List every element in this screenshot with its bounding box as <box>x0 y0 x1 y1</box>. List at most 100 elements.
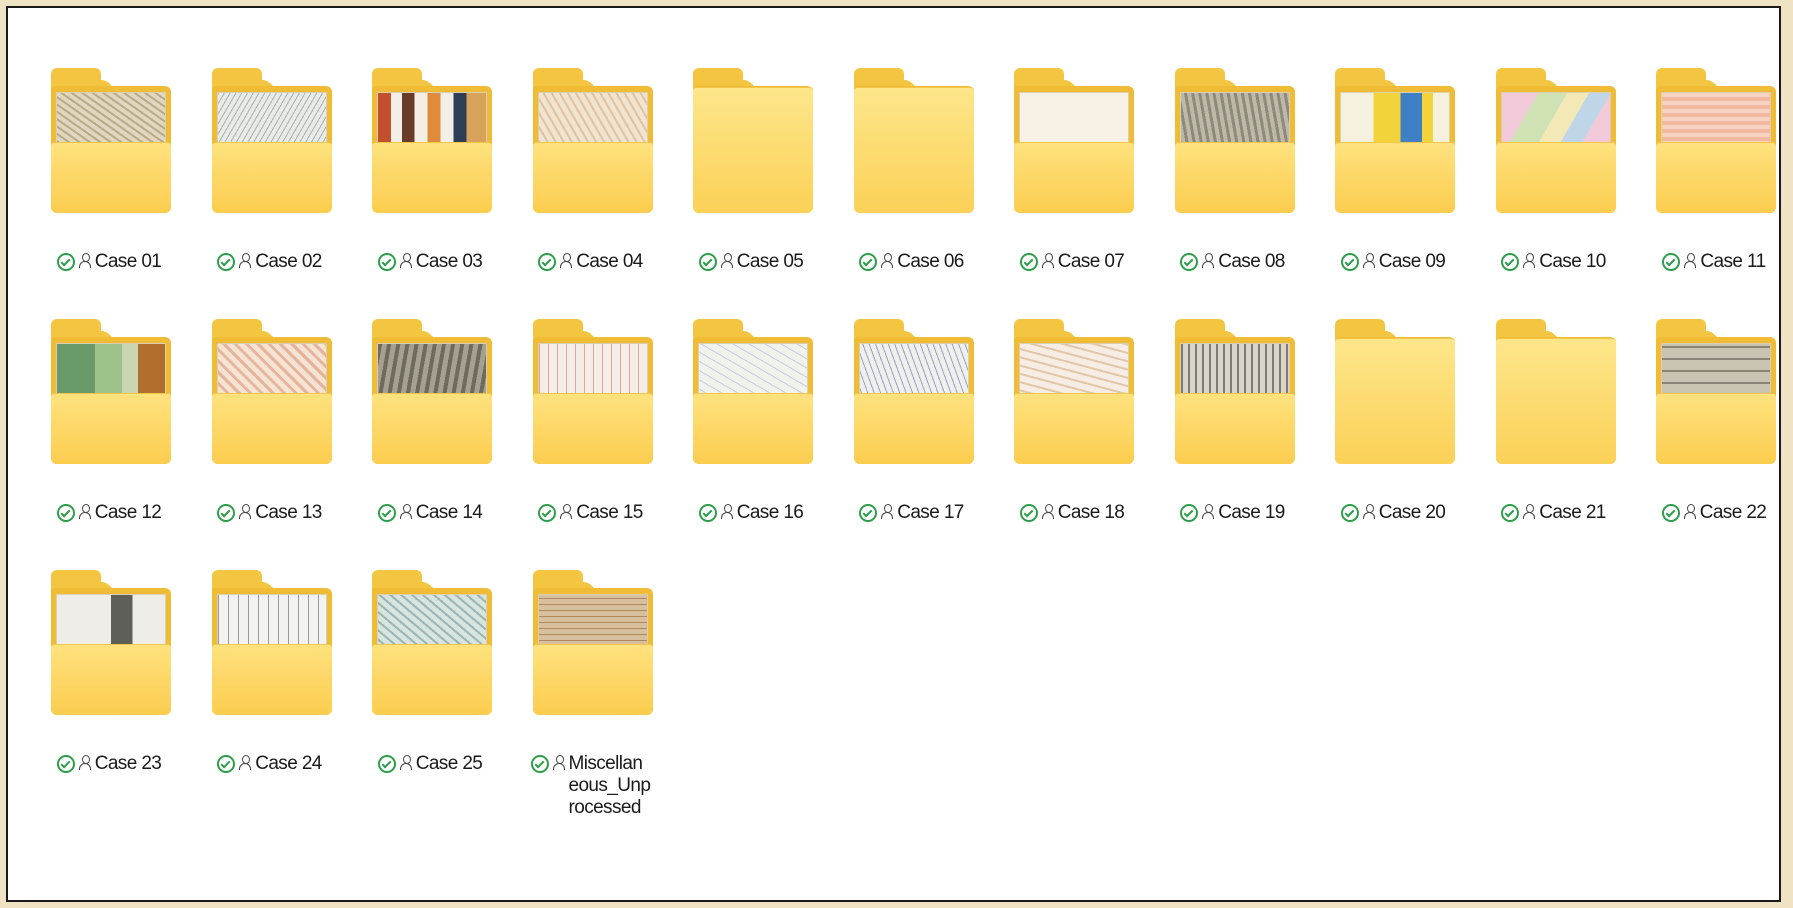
person-icon <box>1202 502 1215 520</box>
sync-status-icon <box>1501 504 1520 522</box>
person-icon <box>1041 251 1054 269</box>
sync-status-icon <box>56 755 75 773</box>
folder-label-row: Case 05 <box>698 251 804 273</box>
folder-label-row: Case 13 <box>217 502 322 524</box>
folder-item[interactable]: Case 25 <box>355 570 505 821</box>
person-icon <box>560 502 573 520</box>
sync-status-icon <box>538 253 557 271</box>
sync-status-icon <box>217 755 236 773</box>
sync-status-icon <box>538 504 557 522</box>
folder-item[interactable]: Case 12 <box>34 319 184 570</box>
folder-item[interactable]: Case 03 <box>355 68 505 319</box>
sync-status-icon <box>377 755 396 773</box>
folder-name: Case 15 <box>576 502 643 523</box>
folder-item[interactable]: Case 16 <box>676 319 826 570</box>
person-icon <box>239 502 252 520</box>
person-icon <box>1041 502 1054 520</box>
folder-item[interactable]: Case 08 <box>1158 68 1308 319</box>
folder-name: Case 09 <box>1378 251 1446 272</box>
folder-icon <box>51 319 171 464</box>
sync-status-icon <box>1019 253 1038 271</box>
folder-icon <box>1335 68 1455 213</box>
sync-status-icon <box>1019 504 1038 522</box>
folder-item[interactable]: Case 07 <box>997 68 1147 319</box>
folder-name: Case 20 <box>1378 502 1446 523</box>
folder-label-row: Case 01 <box>56 251 162 273</box>
folder-label-row: Case 15 <box>538 502 643 524</box>
folder-label-row: Case 07 <box>1019 251 1125 273</box>
sync-status-icon <box>859 253 878 271</box>
folder-label-row: Case 19 <box>1180 502 1285 524</box>
folder-item[interactable]: Case 17 <box>837 319 987 570</box>
sync-status-icon <box>1662 253 1681 271</box>
folder-label-row: Case 17 <box>859 502 964 524</box>
folder-icon <box>51 68 171 213</box>
sync-status-icon <box>377 504 396 522</box>
folder-item[interactable]: Case 04 <box>516 68 666 319</box>
folder-name: Case 03 <box>415 251 483 272</box>
folder-name: Case 04 <box>576 251 643 272</box>
folder-name: Case 01 <box>94 251 162 272</box>
folder-icon <box>1335 319 1455 464</box>
folder-icon <box>211 68 332 213</box>
folder-icon <box>693 319 813 464</box>
folder-label-row: Case 16 <box>698 502 804 524</box>
folder-item[interactable]: Case 22 <box>1639 319 1779 570</box>
folder-item[interactable]: Case 10 <box>1479 68 1629 319</box>
sync-status-icon <box>1340 504 1359 522</box>
folder-label-row: Case 22 <box>1661 502 1767 524</box>
folder-name: Miscellaneous_Unprocessed <box>568 753 651 818</box>
sync-status-icon <box>1340 253 1359 271</box>
folder-label-row: Case 03 <box>377 251 483 273</box>
folder-item[interactable]: Case 13 <box>195 319 345 570</box>
folder-label-row: Case 20 <box>1340 502 1446 524</box>
folder-item[interactable]: Case 14 <box>355 319 505 570</box>
folder-name: Case 19 <box>1218 502 1285 523</box>
folder-item[interactable]: Case 19 <box>1158 319 1308 570</box>
sync-status-icon <box>217 253 236 271</box>
person-icon <box>1362 502 1375 520</box>
folder-item[interactable]: Case 09 <box>1318 68 1468 319</box>
person-icon <box>1523 502 1536 520</box>
folder-item[interactable]: Case 20 <box>1318 319 1468 570</box>
sync-status-icon <box>530 755 549 773</box>
folder-label-row: Case 08 <box>1180 251 1285 273</box>
folder-label-row: Case 25 <box>377 753 483 775</box>
folder-item[interactable]: Case 23 <box>34 570 184 821</box>
folder-item[interactable]: Case 06 <box>837 68 987 319</box>
folder-icon <box>1174 68 1295 213</box>
folder-name: Case 18 <box>1057 502 1125 523</box>
person-icon <box>881 251 894 269</box>
folder-item[interactable]: Case 15 <box>516 319 666 570</box>
folder-label-row: Case 14 <box>377 502 483 524</box>
folder-label-row: Case 21 <box>1501 502 1606 524</box>
file-explorer-view: Case 01 Case 02 Case 03 Case 04 Case 05 Case … <box>6 6 1781 902</box>
folder-item[interactable]: Case 02 <box>195 68 345 319</box>
folder-label-row: Case 09 <box>1340 251 1446 273</box>
folder-item[interactable]: Case 11 <box>1639 68 1779 319</box>
folder-icon <box>51 570 171 715</box>
folder-grid: Case 01 Case 02 Case 03 Case 04 Case 05 Case … <box>34 68 1779 821</box>
folder-icon <box>1656 68 1776 213</box>
folder-label-row: Miscellaneous_Unprocessed <box>530 753 651 819</box>
folder-name: Case 25 <box>415 753 483 774</box>
person-icon <box>78 753 91 771</box>
folder-item[interactable]: Case 18 <box>997 319 1147 570</box>
folder-item[interactable]: Case 21 <box>1479 319 1629 570</box>
folder-name: Case 08 <box>1218 251 1285 272</box>
folder-item[interactable]: Case 05 <box>676 68 826 319</box>
sync-status-icon <box>56 253 75 271</box>
person-icon <box>78 251 91 269</box>
folder-item[interactable]: Case 01 <box>34 68 184 319</box>
sync-status-icon <box>1180 504 1199 522</box>
person-icon <box>552 753 565 771</box>
folder-name: Case 10 <box>1539 251 1606 272</box>
sync-status-icon <box>859 504 878 522</box>
folder-item[interactable]: Case 24 <box>195 570 345 821</box>
folder-name: Case 21 <box>1539 502 1606 523</box>
folder-icon <box>693 68 813 213</box>
folder-item[interactable]: Miscellaneous_Unprocessed <box>516 570 666 821</box>
folder-label-row: Case 24 <box>217 753 322 775</box>
folder-icon <box>1495 68 1616 213</box>
folder-name: Case 05 <box>736 251 804 272</box>
